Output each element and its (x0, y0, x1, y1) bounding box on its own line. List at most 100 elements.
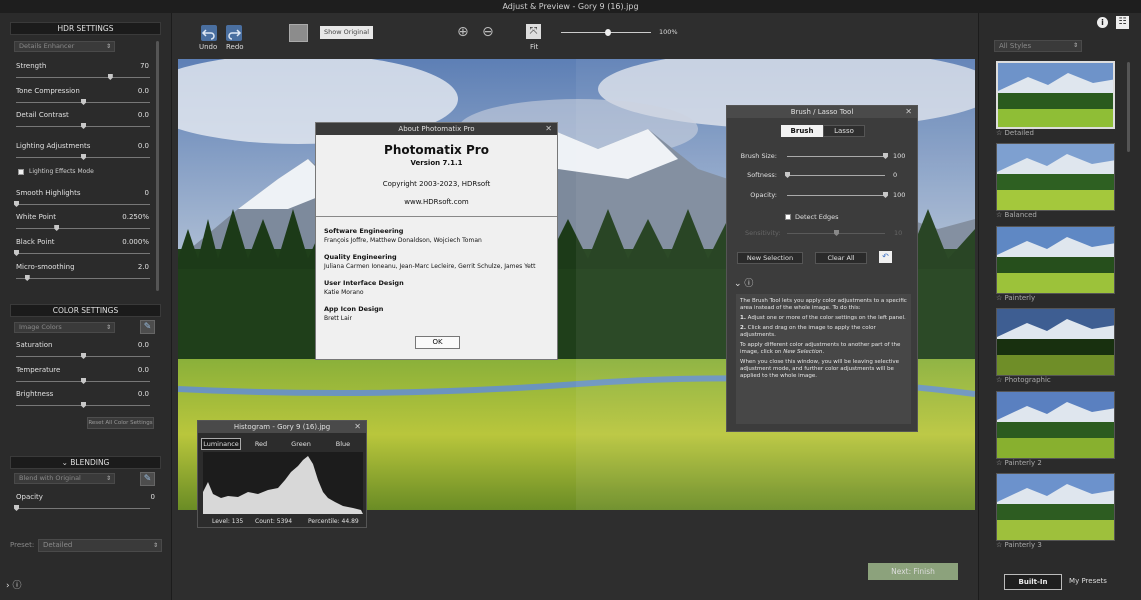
styles-filter-dropdown[interactable]: All Styles ⇕ (994, 40, 1082, 52)
reset-color-button[interactable]: Reset All Color Settings (87, 417, 154, 429)
about-credits: Software Engineering François Joffre, Mat… (324, 227, 552, 331)
slider-thumb[interactable] (14, 201, 19, 207)
slider-thumb[interactable] (54, 225, 60, 231)
about-version: Version 7.1.1 (410, 159, 463, 167)
star-icon[interactable]: ☆ (996, 459, 1002, 467)
close-icon[interactable]: ✕ (354, 421, 361, 433)
tab-luminance[interactable]: Luminance (201, 438, 241, 450)
blending-header[interactable]: ⌄ BLENDING (10, 456, 161, 469)
tab-my-presets[interactable]: My Presets (1064, 577, 1112, 585)
zoom-slider[interactable] (561, 29, 651, 36)
slider-label: Micro-smoothing (16, 263, 75, 271)
blend-opacity-slider[interactable] (14, 505, 150, 511)
about-dialog: About Photomatix Pro ✕ Photomatix Pro Ver… (315, 122, 558, 360)
ok-button[interactable]: OK (415, 336, 460, 349)
style-thumbnail[interactable] (996, 391, 1115, 459)
lighting-mode-checkbox[interactable] (18, 169, 24, 175)
slider-track[interactable] (14, 201, 150, 207)
slider-thumb[interactable] (14, 505, 19, 511)
slider-thumb[interactable] (883, 153, 888, 159)
style-label: ☆ Balanced (996, 211, 1037, 219)
star-icon[interactable]: ☆ (996, 376, 1002, 384)
slider-thumb[interactable] (81, 123, 86, 129)
sensitivity-slider[interactable] (787, 230, 885, 236)
hdr-method-dropdown[interactable]: Details Enhancer ⇕ (14, 41, 115, 52)
star-icon[interactable]: ☆ (996, 129, 1002, 137)
clear-all-button[interactable]: Clear All (815, 252, 867, 264)
tab-red[interactable]: Red (246, 440, 276, 448)
tab-green[interactable]: Green (286, 440, 316, 448)
style-thumbnail[interactable] (996, 473, 1115, 541)
slider-track[interactable] (16, 402, 150, 408)
slider-thumb[interactable] (107, 74, 113, 80)
undo-icon[interactable]: ↶ (879, 251, 892, 263)
list-view-icon[interactable]: ☷ (1116, 16, 1129, 29)
slider-thumb[interactable] (81, 402, 86, 408)
help-icon[interactable]: › ⓘ (6, 578, 21, 591)
tab-brush[interactable]: Brush (781, 125, 823, 137)
next-finish-button[interactable]: Next: Finish (868, 563, 958, 580)
slider-track[interactable] (16, 353, 150, 359)
close-icon[interactable]: ✕ (905, 106, 912, 118)
slider-track[interactable] (16, 225, 150, 231)
slider-thumb[interactable] (605, 29, 611, 36)
slider-thumb[interactable] (785, 172, 790, 178)
info-icon[interactable]: i (1097, 17, 1108, 28)
slider-thumb[interactable] (834, 230, 839, 236)
brush-slider-track[interactable] (787, 192, 888, 198)
slider-track[interactable] (16, 154, 150, 160)
brush-slider-track[interactable] (787, 153, 888, 159)
redo-icon[interactable] (226, 25, 242, 41)
star-icon[interactable]: ☆ (996, 294, 1002, 302)
zoom-in-icon[interactable]: ⊕ (457, 24, 469, 40)
slider-track[interactable] (14, 250, 150, 256)
blend-picker-icon[interactable]: ✎ (140, 472, 155, 486)
hdr-scrollbar[interactable] (156, 41, 159, 291)
style-name: Painterly 3 (1004, 541, 1042, 549)
tab-lasso[interactable]: Lasso (823, 125, 865, 137)
style-label: ☆ Detailed (996, 129, 1034, 137)
detect-edges-checkbox[interactable] (785, 214, 791, 220)
chevron-down-icon: ⇕ (105, 43, 111, 50)
style-thumbnail[interactable] (996, 61, 1115, 129)
slider-track[interactable] (16, 74, 150, 80)
help-icon[interactable]: ⌄ ⓘ (734, 276, 753, 289)
show-original-button[interactable]: Show Original (320, 26, 373, 39)
slider-thumb[interactable] (14, 250, 19, 256)
tab-builtin[interactable]: Built-In (1004, 574, 1062, 590)
brush-slider-track[interactable] (785, 172, 885, 178)
zoom-out-icon[interactable]: ⊖ (482, 24, 494, 40)
undo-icon[interactable] (201, 25, 217, 41)
star-icon[interactable]: ☆ (996, 541, 1002, 549)
style-thumbnail[interactable] (996, 226, 1115, 294)
slider-track[interactable] (16, 99, 150, 105)
slider-thumb[interactable] (24, 275, 30, 281)
fit-icon[interactable]: ⤧ (526, 24, 541, 39)
histogram-level: Level: 135 (212, 518, 244, 525)
star-icon[interactable]: ☆ (996, 211, 1002, 219)
compare-view-icon[interactable] (289, 24, 308, 42)
slider-thumb[interactable] (81, 353, 86, 359)
color-preset-dropdown[interactable]: Image Colors ⇕ (14, 322, 115, 333)
slider-value: 0.0 (137, 390, 149, 398)
tab-blue[interactable]: Blue (328, 440, 358, 448)
blend-mode-value: Blend with Original (19, 474, 81, 482)
style-thumbnail[interactable] (996, 143, 1115, 211)
blending-title: BLENDING (70, 458, 110, 467)
new-selection-button[interactable]: New Selection (737, 252, 803, 264)
slider-thumb[interactable] (883, 192, 888, 198)
slider-thumb[interactable] (81, 154, 86, 160)
styles-scrollbar[interactable] (1127, 62, 1130, 152)
slider-track[interactable] (16, 275, 150, 281)
about-website[interactable]: www.HDRsoft.com (316, 198, 557, 206)
color-settings-header: COLOR SETTINGS (10, 304, 161, 317)
preset-dropdown[interactable]: Detailed ⇕ (38, 539, 162, 552)
color-picker-icon[interactable]: ✎ (140, 320, 155, 334)
blend-mode-dropdown[interactable]: Blend with Original ⇕ (14, 473, 115, 484)
slider-track[interactable] (16, 123, 150, 129)
slider-thumb[interactable] (81, 99, 86, 105)
style-thumbnail[interactable] (996, 308, 1115, 376)
slider-thumb[interactable] (81, 378, 86, 384)
slider-track[interactable] (16, 378, 150, 384)
close-icon[interactable]: ✕ (545, 123, 552, 135)
